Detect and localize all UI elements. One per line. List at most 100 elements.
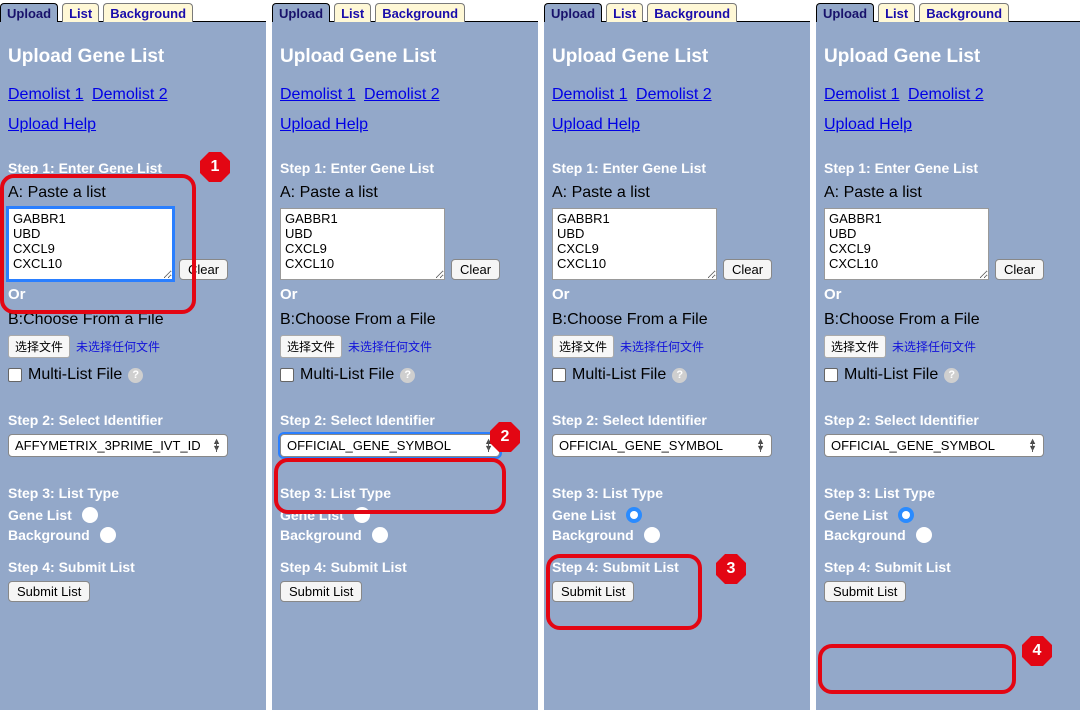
gene-list-radio-label: Gene List [824,507,888,523]
gene-list-radio[interactable] [82,507,98,523]
tab-upload[interactable]: Upload [272,3,330,22]
identifier-select[interactable]: OFFICIAL_GENE_SYMBOL ▲▼ [552,434,772,457]
identifier-select-value: OFFICIAL_GENE_SYMBOL [831,438,995,453]
step4-label: Step 4: Submit List [8,559,258,575]
or-label: Or [280,286,530,303]
tab-list[interactable]: List [606,3,643,22]
background-radio[interactable] [372,527,388,543]
gene-list-textarea[interactable]: GABBR1 UBD CXCL9 CXCL10 [8,208,173,280]
choose-file-label: B:Choose From a File [280,311,530,329]
link-demolist-2[interactable]: Demolist 2 [908,86,984,103]
identifier-select-value: OFFICIAL_GENE_SYMBOL [559,438,723,453]
clear-button[interactable]: Clear [723,259,772,280]
step3-label: Step 3: List Type [824,485,1074,501]
multi-list-checkbox[interactable] [552,368,566,382]
tab-upload[interactable]: Upload [816,3,874,22]
tab-background[interactable]: Background [919,3,1009,22]
link-demolist-2[interactable]: Demolist 2 [636,86,712,103]
chevron-updown-icon: ▲▼ [212,438,221,452]
tabs: Upload List Background [544,0,810,22]
background-radio-label: Background [552,527,634,543]
chevron-updown-icon: ▲▼ [484,438,493,452]
choose-file-button[interactable]: 选择文件 [8,335,70,358]
step1-label: Step 1: Enter Gene List [8,160,258,176]
tabs: Upload List Background [272,0,538,22]
step4-label: Step 4: Submit List [280,559,530,575]
gene-list-textarea[interactable]: GABBR1 UBD CXCL9 CXCL10 [824,208,989,280]
step2-label: Step 2: Select Identifier [824,412,1074,428]
tab-background[interactable]: Background [647,3,737,22]
multi-list-checkbox[interactable] [824,368,838,382]
step2-label: Step 2: Select Identifier [280,412,530,428]
help-icon[interactable]: ? [944,368,959,383]
link-upload-help[interactable]: Upload Help [552,116,640,134]
link-upload-help[interactable]: Upload Help [8,116,96,134]
file-status: 未选择任何文件 [620,338,704,355]
submit-list-button[interactable]: Submit List [280,581,362,602]
submit-list-button[interactable]: Submit List [824,581,906,602]
multi-list-label: Multi-List File [844,366,938,384]
link-demolist-1[interactable]: Demolist 1 [824,86,900,103]
multi-list-label: Multi-List File [300,366,394,384]
link-demolist-1[interactable]: Demolist 1 [8,86,84,103]
link-demolist-2[interactable]: Demolist 2 [364,86,440,103]
gene-list-radio[interactable] [898,507,914,523]
tab-list[interactable]: List [334,3,371,22]
submit-list-button[interactable]: Submit List [8,581,90,602]
identifier-select[interactable]: OFFICIAL_GENE_SYMBOL ▲▼ [280,434,500,457]
paste-label: A: Paste a list [280,184,530,202]
gene-list-textarea[interactable]: GABBR1 UBD CXCL9 CXCL10 [552,208,717,280]
multi-list-checkbox[interactable] [8,368,22,382]
multi-list-checkbox[interactable] [280,368,294,382]
paste-label: A: Paste a list [824,184,1074,202]
gene-list-textarea[interactable]: GABBR1 UBD CXCL9 CXCL10 [280,208,445,280]
tab-upload[interactable]: Upload [544,3,602,22]
panel-3: Upload List Background Upload Gene List … [544,0,812,710]
step2-label: Step 2: Select Identifier [552,412,802,428]
step1-label: Step 1: Enter Gene List [280,160,530,176]
background-radio-label: Background [280,527,362,543]
link-demolist-1[interactable]: Demolist 1 [552,86,628,103]
background-radio[interactable] [644,527,660,543]
choose-file-label: B:Choose From a File [8,311,258,329]
or-label: Or [8,286,258,303]
choose-file-button[interactable]: 选择文件 [824,335,886,358]
gene-list-radio[interactable] [354,507,370,523]
help-icon[interactable]: ? [128,368,143,383]
identifier-select-value: AFFYMETRIX_3PRIME_IVT_ID [15,438,201,453]
page-title: Upload Gene List [824,46,1074,68]
identifier-select[interactable]: OFFICIAL_GENE_SYMBOL ▲▼ [824,434,1044,457]
clear-button[interactable]: Clear [995,259,1044,280]
identifier-select[interactable]: AFFYMETRIX_3PRIME_IVT_ID ▲▼ [8,434,228,457]
background-radio-label: Background [824,527,906,543]
link-upload-help[interactable]: Upload Help [280,116,368,134]
annotation-box-4 [818,644,1016,694]
choose-file-label: B:Choose From a File [824,311,1074,329]
link-demolist-1[interactable]: Demolist 1 [280,86,356,103]
submit-list-button[interactable]: Submit List [552,581,634,602]
step4-label: Step 4: Submit List [824,559,1074,575]
tabs: Upload List Background [0,0,266,22]
tab-background[interactable]: Background [375,3,465,22]
tab-list[interactable]: List [878,3,915,22]
help-icon[interactable]: ? [672,368,687,383]
clear-button[interactable]: Clear [179,259,228,280]
link-demolist-2[interactable]: Demolist 2 [92,86,168,103]
paste-label: A: Paste a list [552,184,802,202]
background-radio[interactable] [100,527,116,543]
step4-label: Step 4: Submit List [552,559,802,575]
choose-file-button[interactable]: 选择文件 [552,335,614,358]
or-label: Or [552,286,802,303]
tab-background[interactable]: Background [103,3,193,22]
gene-list-radio-label: Gene List [552,507,616,523]
gene-list-radio[interactable] [626,507,642,523]
link-upload-help[interactable]: Upload Help [824,116,912,134]
tab-list[interactable]: List [62,3,99,22]
step3-label: Step 3: List Type [8,485,258,501]
tab-upload[interactable]: Upload [0,3,58,22]
clear-button[interactable]: Clear [451,259,500,280]
background-radio[interactable] [916,527,932,543]
chevron-updown-icon: ▲▼ [756,438,765,452]
help-icon[interactable]: ? [400,368,415,383]
choose-file-button[interactable]: 选择文件 [280,335,342,358]
